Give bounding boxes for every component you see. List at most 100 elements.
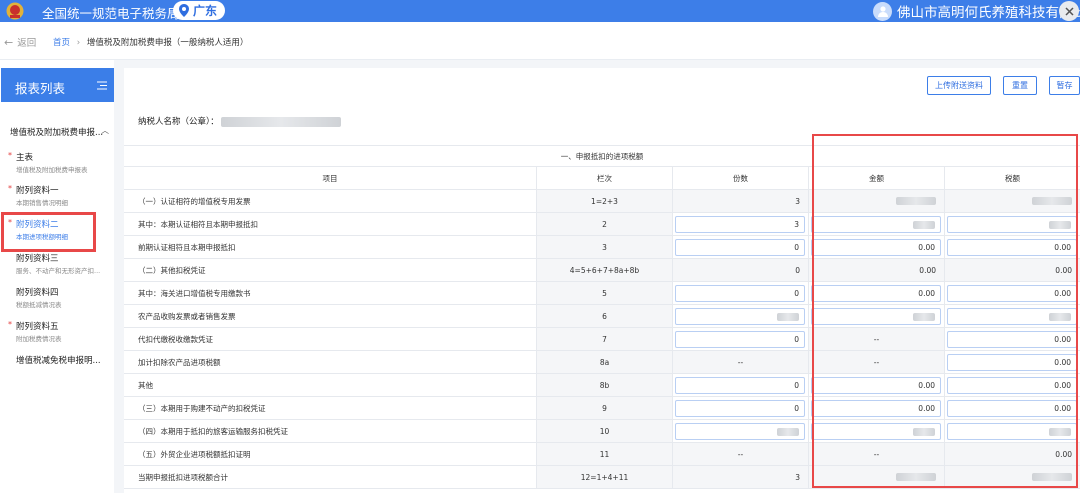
header-code: 栏次	[536, 167, 672, 189]
row-item: 农产品收购发票或者销售发票	[138, 311, 236, 321]
menu-collapse-icon[interactable]	[97, 81, 107, 90]
region-label: 广东	[193, 4, 218, 18]
taxpayer-name: 纳税人名称（公章）：	[138, 115, 342, 127]
row-count: 0	[672, 259, 808, 281]
taxpayer-label: 纳税人名称（公章）：	[138, 117, 219, 127]
row-count: 3	[672, 190, 808, 212]
sidebar-item-label: 增值税减免税申报明...	[16, 356, 101, 366]
sidebar-item-desc: 税额抵减情况表	[16, 301, 62, 309]
row-code: 4=5+6+7+8a+8b	[536, 259, 672, 281]
sidebar-item-desc: 增值税及附加税费申报表	[16, 166, 88, 174]
sidebar-group-label: 增值税及附加税费申报...	[10, 128, 104, 138]
sidebar-item-desc: 本期销售情况明细	[16, 199, 68, 207]
user-account[interactable]: 佛山市高明何氏养殖科技有限公司	[873, 0, 1080, 22]
chevron-up-icon: ︿	[101, 126, 109, 135]
sidebar-item-label: 附列资料一	[16, 186, 59, 196]
row-code: 5	[536, 282, 672, 304]
row-count-cell: 0	[672, 374, 808, 396]
back-arrow-icon: ←	[4, 35, 14, 49]
row-code: 6	[536, 305, 672, 327]
row-count: --	[672, 443, 808, 465]
row-code: 2	[536, 213, 672, 235]
row-code: 8b	[536, 374, 672, 396]
row-code: 12=1+4+11	[536, 466, 672, 488]
row-item: 其他	[138, 380, 153, 390]
header-count: 份数	[672, 167, 808, 189]
breadcrumb-current: 增值税及附加税费申报（一般纳税人适用）	[86, 38, 249, 48]
row-count-cell: 0	[672, 236, 808, 258]
row-count-cell: 0	[672, 282, 808, 304]
sidebar-title: 报表列表	[15, 81, 66, 96]
row-count-cell: 0	[672, 328, 808, 350]
row-item: （一）认证相符的增值税专用发票	[138, 196, 251, 206]
sidebar: 报表列表 增值税及附加税费申报... ︿ * 主表 增值税及附加税费申报表 * …	[0, 60, 114, 493]
row-item: 加计扣除农产品进项税额	[138, 357, 221, 367]
row-count-input[interactable]	[675, 423, 805, 440]
highlight-box	[812, 134, 1078, 488]
upload-attachments-button[interactable]: 上传附送资料	[927, 76, 991, 95]
sidebar-group[interactable]: 增值税及附加税费申报... ︿	[10, 126, 109, 138]
sidebar-item-label: 附列资料三	[16, 254, 59, 264]
tax-emblem-icon	[6, 2, 24, 20]
row-code: 3	[536, 236, 672, 258]
header-item: 项目	[322, 173, 338, 183]
save-draft-button[interactable]: 暂存	[1049, 76, 1080, 95]
row-count-input[interactable]: 0	[675, 400, 805, 417]
row-count-cell: 0	[672, 397, 808, 419]
breadcrumb: 首页 › 增值税及附加税费申报（一般纳税人适用）	[53, 36, 248, 48]
close-button[interactable]	[1059, 1, 1079, 21]
required-marker: *	[8, 320, 12, 329]
row-count: --	[672, 351, 808, 373]
close-icon	[1064, 6, 1074, 16]
row-count-input[interactable]: 0	[675, 285, 805, 302]
required-marker: *	[8, 184, 12, 193]
row-item: 其中：海关进口增值税专用缴款书	[138, 288, 251, 298]
reset-button[interactable]: 重置	[1003, 76, 1037, 95]
user-icon	[877, 6, 888, 17]
row-count-cell	[672, 420, 808, 442]
sidebar-item-label: 主表	[16, 153, 34, 163]
row-item: 代扣代缴税收缴款凭证	[138, 334, 213, 344]
location-pin-icon	[179, 4, 189, 17]
row-item: 其中：本期认证相符且本期申报抵扣	[138, 219, 258, 229]
row-count-input[interactable]	[675, 308, 805, 325]
breadcrumb-separator: ›	[76, 38, 81, 48]
row-item: （四）本期用于抵扣的旅客运输服务扣税凭证	[138, 426, 288, 436]
row-count-input[interactable]: 0	[675, 239, 805, 256]
row-item: 前期认证相符且本期申报抵扣	[138, 242, 236, 252]
breadcrumb-bar: ← 返回 首页 › 增值税及附加税费申报（一般纳税人适用）	[0, 22, 1080, 60]
redacted-value	[221, 116, 342, 127]
row-item: （三）本期用于购建不动产的扣税凭证	[138, 403, 266, 413]
top-bar: 全国统一规范电子税务局 广东 佛山市高明何氏养殖科技有限公司	[0, 0, 1080, 22]
sidebar-item-label: 附列资料五	[16, 322, 59, 332]
sidebar-item-label: 附列资料四	[16, 288, 59, 298]
avatar	[873, 1, 892, 21]
required-marker: *	[8, 151, 12, 160]
sidebar-item-desc: 附加税费情况表	[16, 335, 62, 343]
row-count-cell	[672, 305, 808, 327]
row-item: （二）其他扣税凭证	[138, 265, 206, 275]
row-item: （五）外贸企业进项税额抵扣证明	[138, 449, 251, 459]
row-item: 当期申报抵扣进项税额合计	[138, 472, 228, 482]
breadcrumb-home[interactable]: 首页	[53, 38, 70, 48]
row-code: 8a	[536, 351, 672, 373]
row-count-cell: 3	[672, 213, 808, 235]
highlight-box	[1, 212, 96, 252]
row-code: 11	[536, 443, 672, 465]
back-button[interactable]: ← 返回	[4, 35, 37, 50]
site-title: 全国统一规范电子税务局	[42, 6, 180, 21]
row-code: 7	[536, 328, 672, 350]
row-count-input[interactable]: 0	[675, 331, 805, 348]
region-selector[interactable]: 广东	[173, 1, 226, 20]
row-code: 1=2+3	[536, 190, 672, 212]
row-count-input[interactable]: 0	[675, 377, 805, 394]
back-label: 返回	[17, 38, 37, 49]
row-count-input[interactable]: 3	[675, 216, 805, 233]
row-code: 10	[536, 420, 672, 442]
row-count: 3	[672, 466, 808, 488]
sidebar-item-desc: 服务、不动产和无形资产扣...	[16, 267, 101, 275]
sidebar-header: 报表列表	[1, 68, 114, 102]
row-code: 9	[536, 397, 672, 419]
redacted-value	[777, 312, 799, 321]
redacted-value	[777, 427, 799, 436]
